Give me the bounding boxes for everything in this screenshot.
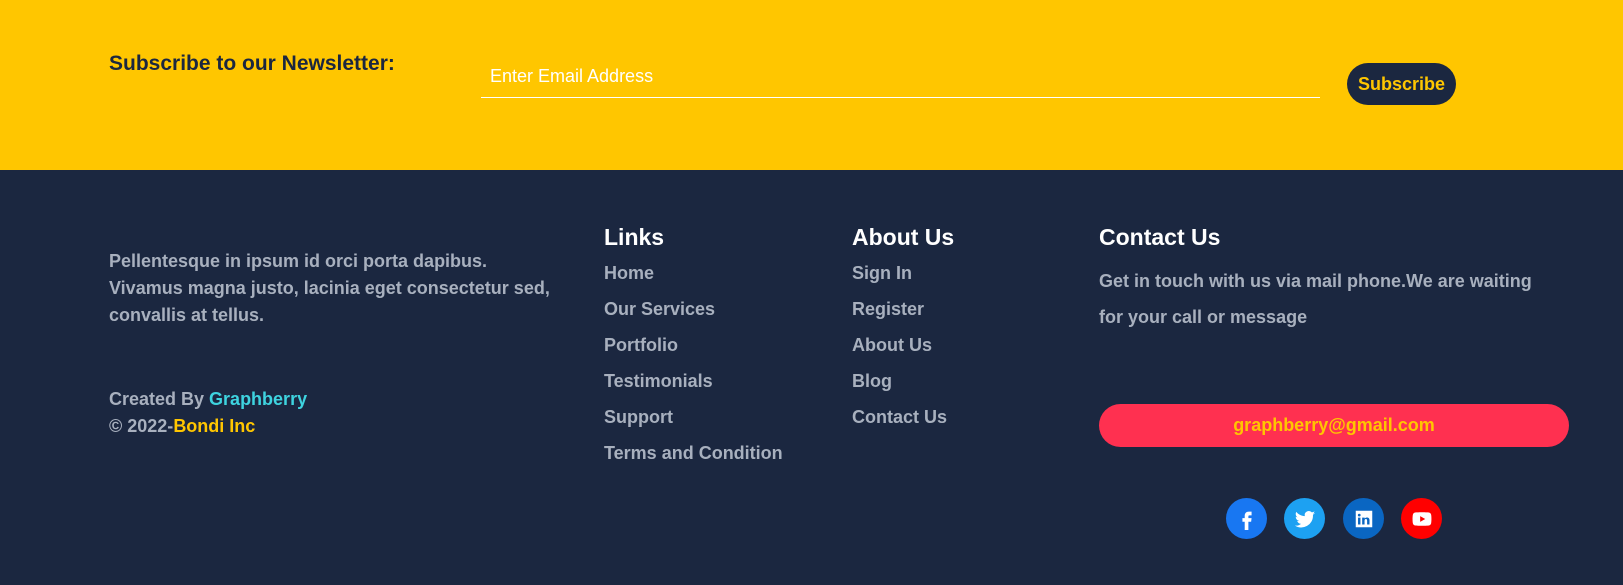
facebook-link[interactable] <box>1226 498 1267 539</box>
youtube-icon <box>1412 511 1431 526</box>
contact-text: Get in touch with us via mail phone.We a… <box>1099 271 1532 327</box>
newsletter-section: Subscribe to our Newsletter: Subscribe <box>0 0 1623 170</box>
footer-link-about-us[interactable]: About Us <box>852 335 932 355</box>
copyright-prefix: © 2022- <box>109 416 174 436</box>
about-us-column: About Us Sign In Register About Us Blog … <box>852 224 954 443</box>
footer-credit: Created By Graphberry © 2022-Bondi Inc <box>109 386 307 440</box>
footer-link-testimonials[interactable]: Testimonials <box>604 371 713 391</box>
bondi-inc-link[interactable]: Bondi Inc <box>173 416 255 436</box>
email-button[interactable]: graphberry@gmail.com <box>1099 404 1569 447</box>
facebook-icon <box>1241 511 1252 530</box>
linkedin-icon <box>1355 510 1372 527</box>
contact-column: Contact Us Get in touch with us via mail… <box>1099 224 1579 335</box>
subscribe-button[interactable]: Subscribe <box>1347 63 1456 105</box>
linkedin-link[interactable] <box>1343 498 1384 539</box>
footer-link-our-services[interactable]: Our Services <box>604 299 715 319</box>
about-us-list: Sign In Register About Us Blog Contact U… <box>852 263 954 443</box>
footer: Pellentesque in ipsum id orci porta dapi… <box>0 170 1623 585</box>
twitter-link[interactable] <box>1284 498 1325 539</box>
footer-link-sign-in[interactable]: Sign In <box>852 263 912 283</box>
about-us-heading: About Us <box>852 224 955 250</box>
youtube-link[interactable] <box>1401 498 1442 539</box>
footer-link-support[interactable]: Support <box>604 407 673 427</box>
links-heading: Links <box>604 224 665 250</box>
links-column: Links Home Our Services Portfolio Testim… <box>604 224 783 479</box>
copyright-line: © 2022-Bondi Inc <box>109 413 307 440</box>
created-by-prefix: Created By <box>109 389 210 409</box>
footer-link-register[interactable]: Register <box>852 299 924 319</box>
footer-link-portfolio[interactable]: Portfolio <box>604 335 678 355</box>
footer-about-text: Pellentesque in ipsum id orci porta dapi… <box>109 251 550 325</box>
footer-link-blog[interactable]: Blog <box>852 371 892 391</box>
graphberry-link[interactable]: Graphberry <box>209 389 307 409</box>
email-input[interactable] <box>481 56 1320 98</box>
footer-link-contact-us[interactable]: Contact Us <box>852 407 947 427</box>
footer-link-home[interactable]: Home <box>604 263 654 283</box>
contact-heading: Contact Us <box>1099 224 1221 250</box>
newsletter-title: Subscribe to our Newsletter: <box>109 52 395 75</box>
created-by-line: Created By Graphberry <box>109 386 307 413</box>
links-list: Home Our Services Portfolio Testimonials… <box>604 263 783 479</box>
footer-link-terms[interactable]: Terms and Condition <box>604 443 783 463</box>
twitter-icon <box>1294 510 1315 527</box>
